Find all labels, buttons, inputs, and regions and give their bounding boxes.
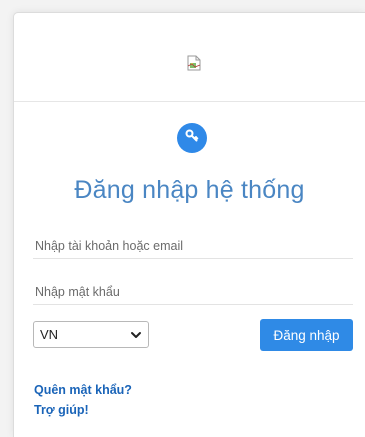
broken-image-icon [186, 55, 202, 71]
login-card: Đăng nhập hệ thống VN Đăng nhập Quên mật… [13, 12, 365, 437]
card-header [14, 13, 365, 102]
username-input[interactable] [33, 233, 353, 259]
password-input[interactable] [33, 279, 353, 305]
language-select-value: VN [40, 327, 59, 342]
login-button[interactable]: Đăng nhập [260, 319, 353, 351]
language-select[interactable]: VN [33, 321, 149, 348]
key-icon [184, 128, 200, 149]
forgot-password-link[interactable]: Quên mật khẩu? [34, 383, 132, 397]
page-title: Đăng nhập hệ thống [74, 176, 305, 204]
chevron-down-icon [130, 329, 142, 341]
help-link[interactable]: Trợ giúp! [34, 403, 89, 417]
key-badge [177, 123, 207, 153]
